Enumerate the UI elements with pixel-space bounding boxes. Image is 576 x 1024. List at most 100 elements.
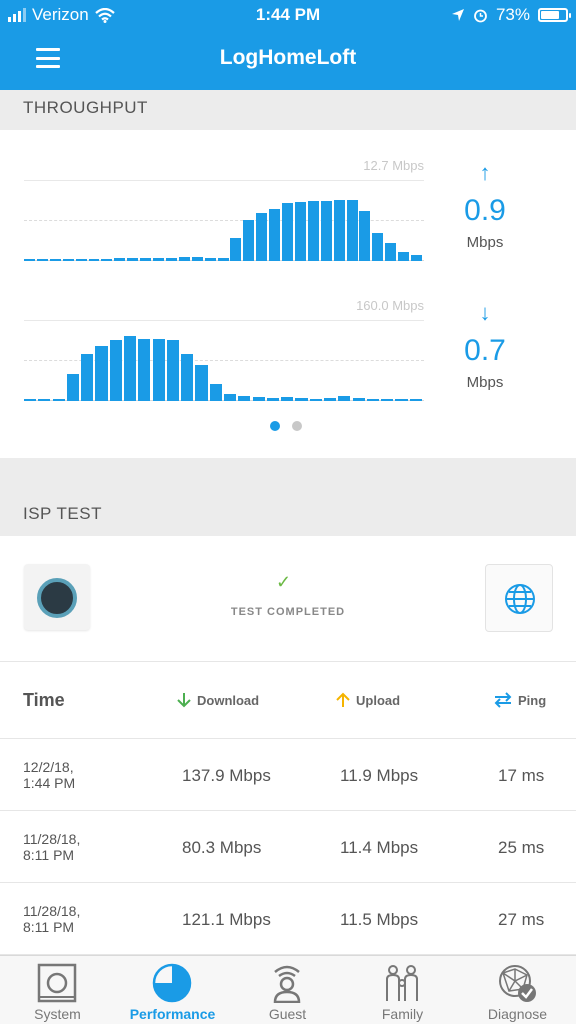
chart-bar	[395, 399, 408, 401]
tab-system[interactable]: System	[0, 956, 115, 1024]
row-download: 121.1 Mbps	[182, 910, 271, 929]
chart-bar	[166, 339, 179, 401]
chart-bar	[320, 200, 332, 261]
row-ping: 17 ms	[498, 766, 545, 785]
row-date: 11/28/18, 8:11 PM	[23, 831, 81, 863]
battery-percent: 73%	[495, 5, 530, 24]
download-header[interactable]: Download	[177, 692, 259, 708]
chart-bar	[366, 398, 379, 401]
alarm-icon	[474, 9, 487, 22]
chart-bar	[309, 398, 322, 401]
chart-bar	[124, 336, 137, 401]
row-date: 11/28/18, 8:11 PM	[23, 903, 81, 935]
chart-bar	[195, 365, 208, 401]
chart-bar	[411, 254, 423, 261]
upload-unit: Mbps	[466, 234, 504, 251]
chart-bar	[62, 259, 74, 261]
app-header: Verizon 1:44 PM 73% LogHomeLoft	[0, 0, 576, 90]
row-ping: 25 ms	[498, 838, 545, 857]
download-unit: Mbps	[466, 374, 504, 391]
chart-bar	[204, 257, 216, 261]
chart-bar	[140, 257, 152, 261]
table-header: Time Download Upload Ping	[0, 661, 576, 739]
chart-bar	[114, 257, 126, 261]
row-download: 80.3 Mbps	[182, 838, 262, 857]
chart-bar	[346, 199, 358, 261]
page-dot-2[interactable]	[292, 421, 302, 431]
globe-icon	[485, 564, 553, 632]
chart-bar	[101, 259, 113, 261]
chart-bar	[181, 353, 194, 401]
chart-bar	[66, 373, 79, 401]
row-download: 137.9 Mbps	[182, 766, 271, 785]
page-title: LogHomeLoft	[219, 46, 357, 69]
chart-bar	[352, 397, 365, 401]
upload-arrow-icon: ↑	[479, 160, 491, 185]
chart-bar	[24, 259, 35, 261]
chart-bar	[307, 201, 319, 261]
chart-bar	[230, 238, 242, 261]
table-row[interactable]: 11/28/18, 8:11 PM 80.3 Mbps 11.4 Mbps 25 …	[0, 811, 576, 883]
chart-bar	[75, 259, 87, 261]
page-indicator[interactable]	[270, 421, 302, 431]
isp-test-heading: ISP TEST	[0, 458, 576, 536]
chart-bar	[191, 256, 203, 261]
table-row[interactable]: 11/28/18, 8:11 PM 121.1 Mbps 11.5 Mbps 27…	[0, 883, 576, 955]
chart-bar	[209, 383, 222, 401]
chart-bar	[269, 208, 281, 261]
row-ping: 27 ms	[498, 910, 545, 929]
guest-icon	[273, 965, 301, 1003]
status-bar: Verizon 1:44 PM 73%	[0, 0, 576, 32]
chart-bar	[165, 257, 177, 261]
download-rate: ↓ 0.7 Mbps	[440, 300, 530, 391]
table-row[interactable]: 12/2/18, 1:44 PM 137.9 Mbps 11.9 Mbps 17 …	[0, 739, 576, 811]
chart-bar	[398, 251, 410, 261]
chart-bar	[52, 398, 65, 401]
chart-bar	[385, 243, 397, 261]
upload-header[interactable]: Upload	[336, 692, 400, 708]
chart-bar	[36, 259, 48, 261]
chart-bar	[338, 396, 351, 401]
chart-bar	[178, 256, 190, 261]
chart-bar	[252, 396, 265, 401]
row-upload: 11.5 Mbps	[340, 910, 419, 929]
upload-value: 0.9	[464, 194, 506, 227]
row-upload: 11.4 Mbps	[340, 838, 419, 857]
tab-performance[interactable]: Performance	[115, 956, 230, 1024]
ping-header[interactable]: Ping	[494, 692, 546, 708]
chart-bar	[256, 213, 268, 261]
isp-test-panel: ✓ TEST COMPLETED	[0, 536, 576, 660]
chart-bar	[88, 259, 100, 261]
family-icon	[386, 965, 418, 1001]
chart-bar	[24, 399, 37, 401]
chart-bar	[153, 257, 164, 261]
router-icon	[37, 963, 77, 1003]
chart-bar	[109, 340, 122, 401]
tab-family[interactable]: Family	[345, 956, 460, 1024]
download-chart: 160.0 Mbps	[24, 298, 424, 401]
download-arrow-icon	[177, 693, 191, 708]
chart-bar	[381, 399, 394, 401]
chart-bar	[372, 232, 384, 261]
chart-bar	[95, 346, 108, 401]
tab-guest[interactable]: Guest	[230, 956, 345, 1024]
chart-bar	[409, 399, 422, 401]
chart-bar	[138, 338, 151, 401]
throughput-heading: THROUGHPUT	[0, 90, 576, 130]
tab-diagnose[interactable]: Diagnose	[460, 956, 575, 1024]
chart-bar	[38, 399, 51, 401]
location-icon	[451, 9, 464, 21]
page-dot-1[interactable]	[270, 421, 280, 431]
chart-bar	[281, 396, 294, 401]
chart-bar	[81, 353, 94, 401]
upload-chart: 12.7 Mbps	[24, 158, 424, 261]
diagnose-icon	[499, 965, 536, 1002]
download-arrow-icon: ↓	[479, 300, 491, 325]
throughput-panel[interactable]: 12.7 Mbps ↑ 0.9 Mbps 160.0 Mbps ↓ 0.7 Mb…	[0, 130, 576, 458]
chart-bar	[282, 203, 294, 261]
row-upload: 11.9 Mbps	[340, 766, 419, 785]
chart-bar	[49, 259, 61, 261]
check-icon: ✓	[276, 572, 292, 592]
chart-bar	[266, 398, 279, 401]
chart-bar	[217, 257, 229, 261]
